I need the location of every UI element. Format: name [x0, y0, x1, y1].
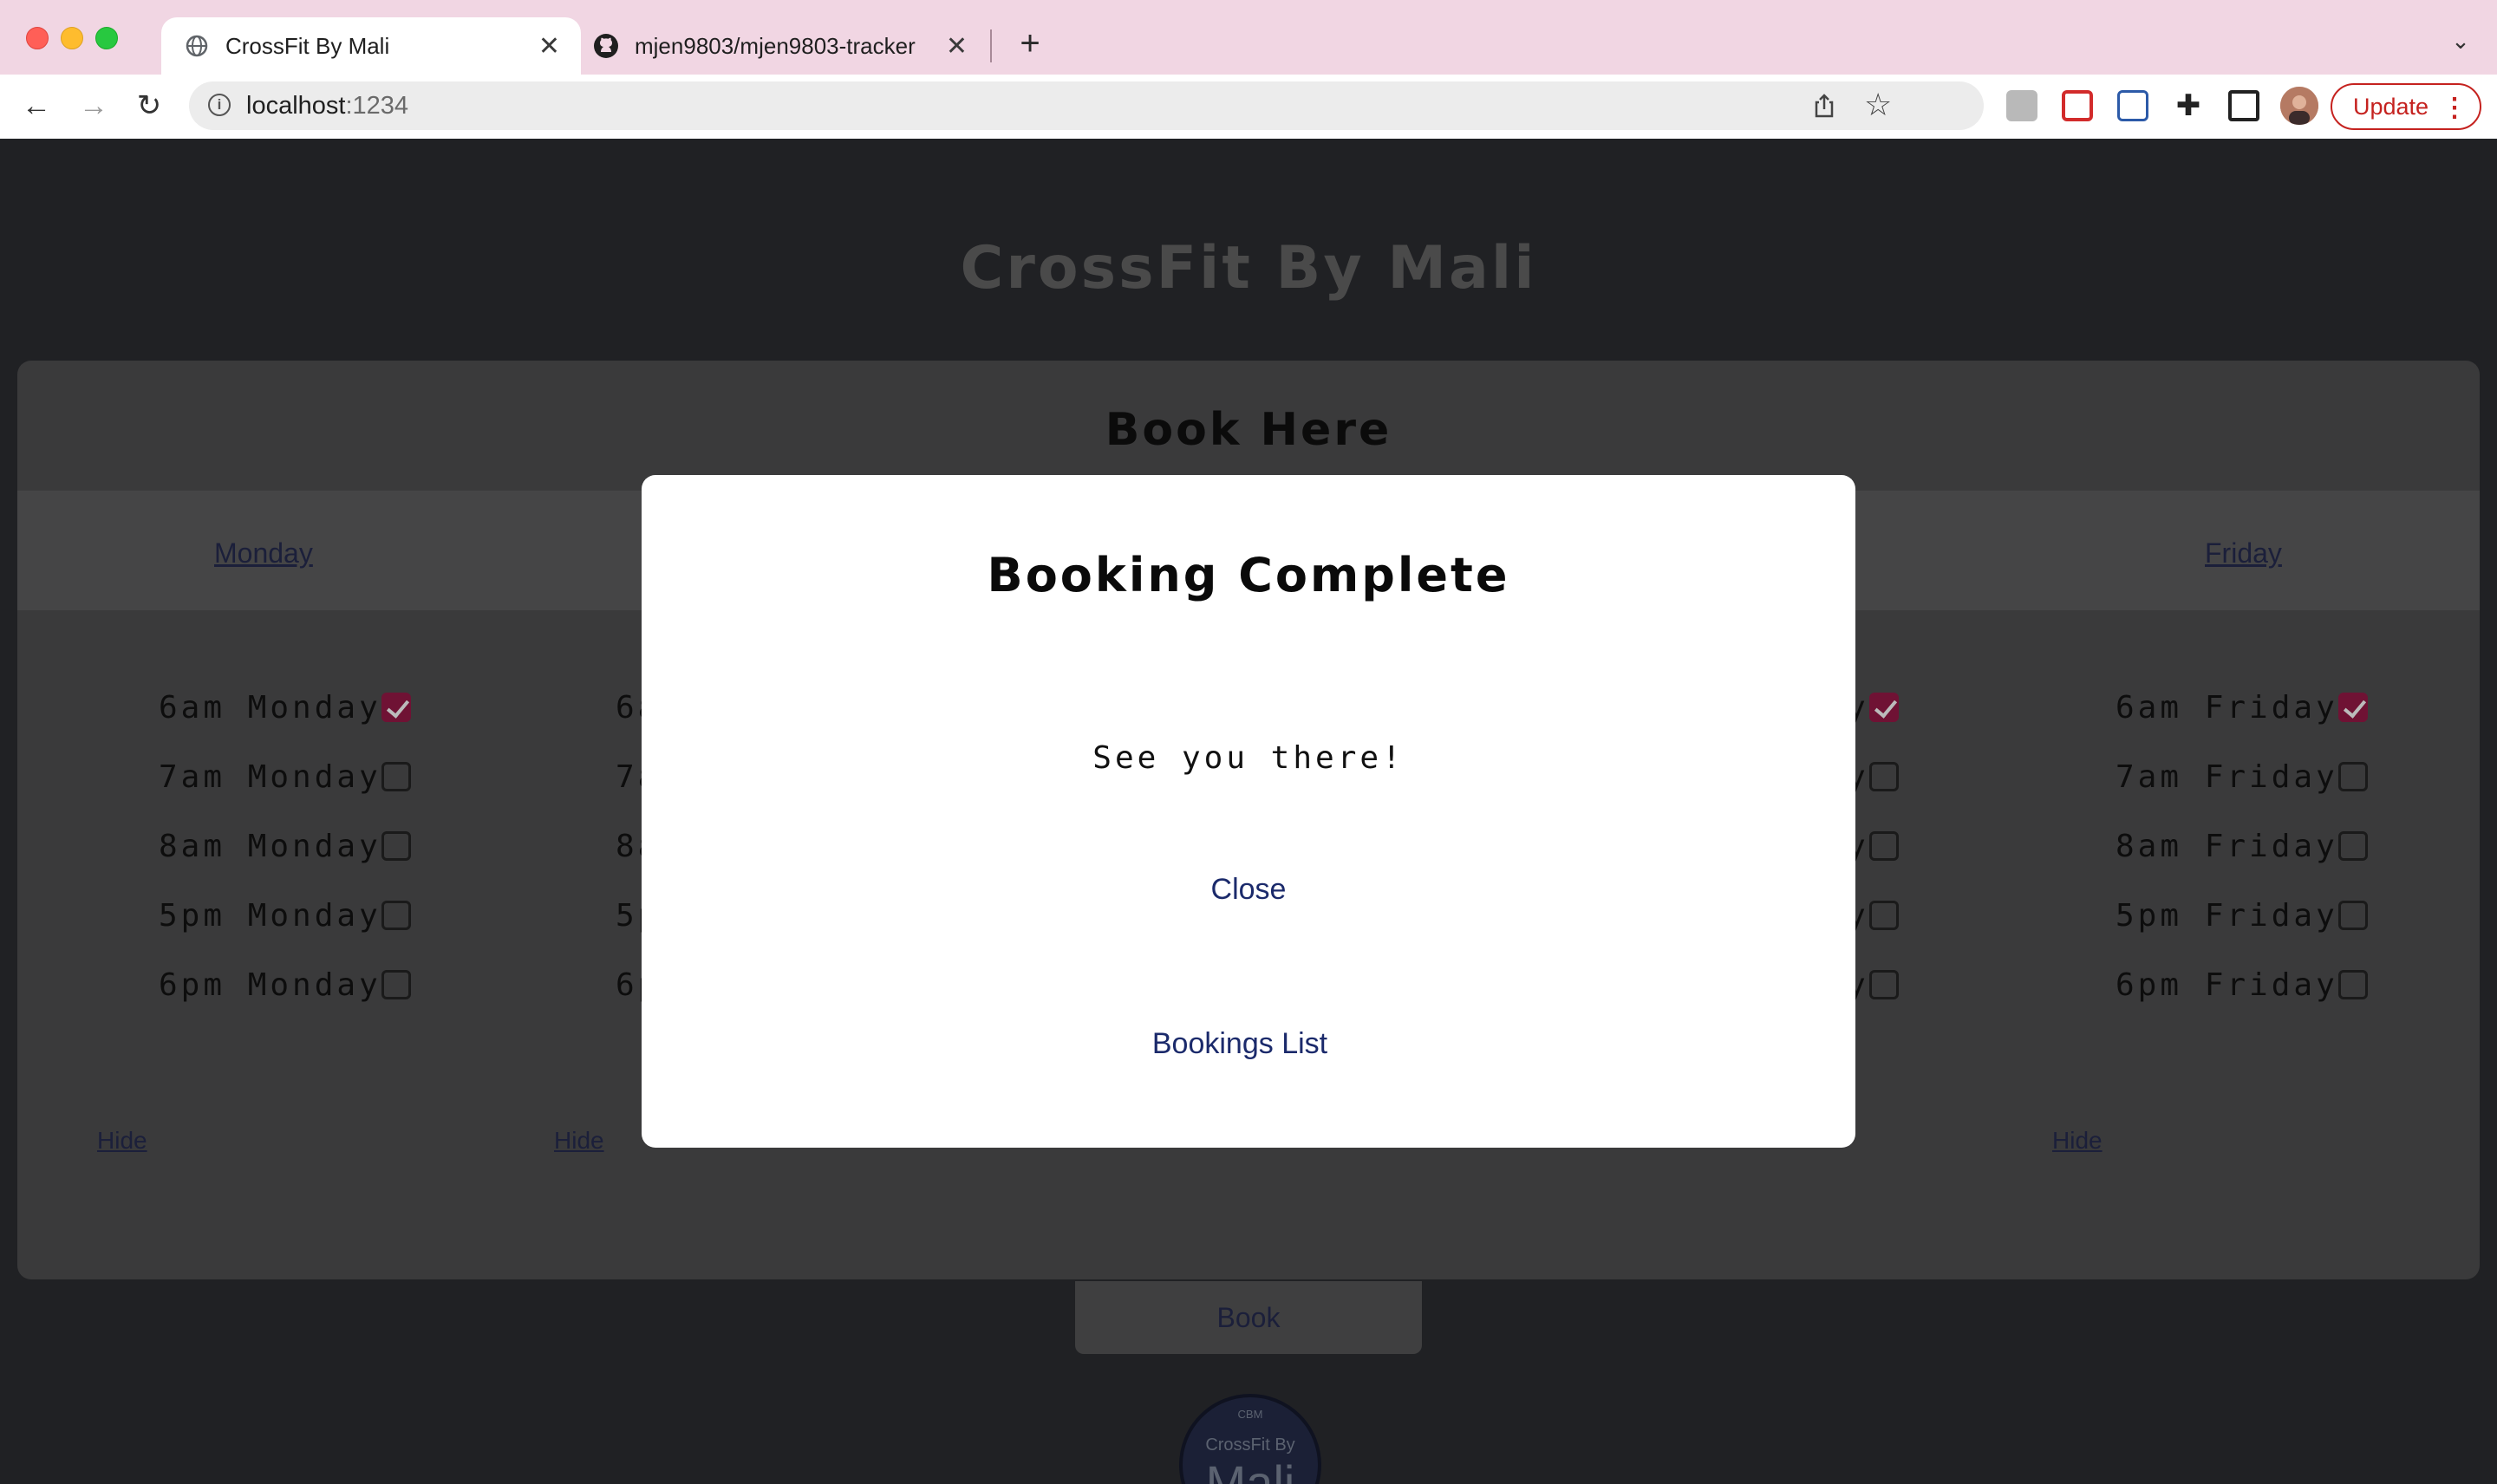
slot-option[interactable]: 7am Monday: [159, 758, 411, 795]
modal-message: See you there!: [1092, 740, 1405, 776]
booking-heading: Book Here: [1105, 404, 1392, 456]
hide-link[interactable]: Hide: [97, 1127, 147, 1155]
puzzle-icon[interactable]: ✚: [2173, 90, 2204, 121]
slot-checkbox[interactable]: [381, 970, 411, 999]
address-host: localhost: [246, 92, 346, 120]
extension-icon[interactable]: [2006, 90, 2037, 121]
slot-label: 8am Friday: [2116, 828, 2338, 864]
tab-title: CrossFit By Mali: [225, 32, 390, 59]
extension-icon[interactable]: [2062, 90, 2093, 121]
book-button[interactable]: Book: [1075, 1281, 1422, 1354]
window-close-button[interactable]: [26, 27, 49, 49]
tab-close-icon[interactable]: ✕: [538, 31, 560, 62]
update-label: Update: [2353, 93, 2429, 120]
slot-checkbox[interactable]: [2337, 970, 2368, 999]
day-link-monday[interactable]: Monday: [214, 537, 313, 570]
tab-close-icon[interactable]: ✕: [946, 31, 968, 62]
browser-toolbar: ← → ↻ i localhost:1234 ☆ ✚ Update ⋮: [0, 75, 2497, 140]
share-icon[interactable]: [1810, 92, 1838, 120]
slot-option[interactable]: 7am Friday: [2116, 758, 2368, 795]
side-panel-icon[interactable]: [2228, 90, 2259, 121]
extension-icon[interactable]: [2117, 90, 2148, 121]
slot-option[interactable]: 8am Monday: [159, 828, 411, 864]
browser-tab-bar: CrossFit By Mali ✕ mjen9803/mjen9803-tra…: [0, 0, 2497, 75]
slot-option[interactable]: 6pm Friday: [2116, 967, 2368, 1003]
slot-label: 5pm Monday: [159, 897, 381, 934]
slot-checkbox[interactable]: [1868, 831, 1899, 861]
logo-middle-text: CrossFit By: [1205, 1435, 1295, 1455]
slot-checkbox[interactable]: [381, 901, 411, 930]
slot-checkbox[interactable]: [2337, 831, 2368, 861]
logo-top-text: CBM: [1237, 1408, 1263, 1421]
crossfit-logo: CBM CrossFit By Mali: [1179, 1394, 1321, 1484]
address-url: localhost:1234: [246, 92, 408, 120]
forward-arrow-icon[interactable]: →: [75, 87, 113, 125]
slot-label: 7am Friday: [2116, 758, 2338, 795]
new-tab-icon[interactable]: +: [1013, 26, 1047, 61]
slot-checkbox[interactable]: [1868, 970, 1899, 999]
github-icon: [593, 33, 619, 59]
address-port: :1234: [345, 92, 409, 120]
info-icon[interactable]: i: [208, 94, 231, 116]
menu-dots-icon: ⋮: [2442, 94, 2468, 122]
site-title: CrossFit By Mali: [960, 234, 1537, 303]
browser-tab-github[interactable]: mjen9803/mjen9803-tracker ✕: [581, 17, 988, 75]
slot-checkbox[interactable]: [2337, 693, 2368, 722]
bookmark-star-icon[interactable]: ☆: [1864, 87, 1892, 123]
bookings-list-button[interactable]: Bookings List: [1075, 1018, 1405, 1070]
logo-bottom-text: Mali: [1205, 1455, 1295, 1484]
slot-label: 6am Monday: [159, 689, 381, 726]
modal-close-button[interactable]: Close: [1127, 863, 1370, 915]
reload-icon[interactable]: ↻: [130, 87, 168, 125]
update-button[interactable]: Update ⋮: [2331, 83, 2481, 130]
slot-option[interactable]: 8am Friday: [2116, 828, 2368, 864]
slot-label: 7am Monday: [159, 758, 381, 795]
slot-checkbox[interactable]: [381, 831, 411, 861]
slot-checkbox[interactable]: [1868, 762, 1899, 791]
slot-option[interactable]: 6pm Monday: [159, 967, 411, 1003]
slot-option[interactable]: 5pm Monday: [159, 897, 411, 934]
browser-tab-crossfit[interactable]: CrossFit By Mali ✕: [161, 17, 581, 75]
back-arrow-icon[interactable]: ←: [17, 87, 55, 125]
avatar[interactable]: [2280, 87, 2318, 125]
globe-icon: [184, 33, 210, 59]
chevron-down-icon[interactable]: ⌄: [2445, 28, 2476, 59]
window-zoom-button[interactable]: [95, 27, 118, 49]
address-bar[interactable]: i localhost:1234 ☆: [189, 81, 1984, 130]
tab-title: mjen9803/mjen9803-tracker: [635, 32, 916, 59]
slot-checkbox[interactable]: [1868, 693, 1899, 722]
slot-checkbox[interactable]: [381, 762, 411, 791]
slot-checkbox[interactable]: [381, 693, 411, 722]
slot-checkbox[interactable]: [1868, 901, 1899, 930]
slot-option[interactable]: 6am Friday: [2116, 689, 2368, 726]
hide-link[interactable]: Hide: [554, 1127, 604, 1155]
slot-checkbox[interactable]: [2337, 762, 2368, 791]
slot-label: 6pm Monday: [159, 967, 381, 1003]
slot-option[interactable]: 6am Monday: [159, 689, 411, 726]
slot-checkbox[interactable]: [2337, 901, 2368, 930]
booking-complete-modal: Booking Complete See you there! Close Bo…: [642, 475, 1855, 1148]
slot-label: 6am Friday: [2116, 689, 2338, 726]
slot-label: 5pm Friday: [2116, 897, 2338, 934]
slot-label: 8am Monday: [159, 828, 381, 864]
day-link-friday[interactable]: Friday: [2205, 537, 2282, 570]
window-minimize-button[interactable]: [61, 27, 83, 49]
slot-option[interactable]: 5pm Friday: [2116, 897, 2368, 934]
hide-link[interactable]: Hide: [2052, 1127, 2103, 1155]
slot-label: 6pm Friday: [2116, 967, 2338, 1003]
modal-title: Booking Complete: [987, 548, 1510, 602]
tab-separator: [990, 29, 992, 62]
